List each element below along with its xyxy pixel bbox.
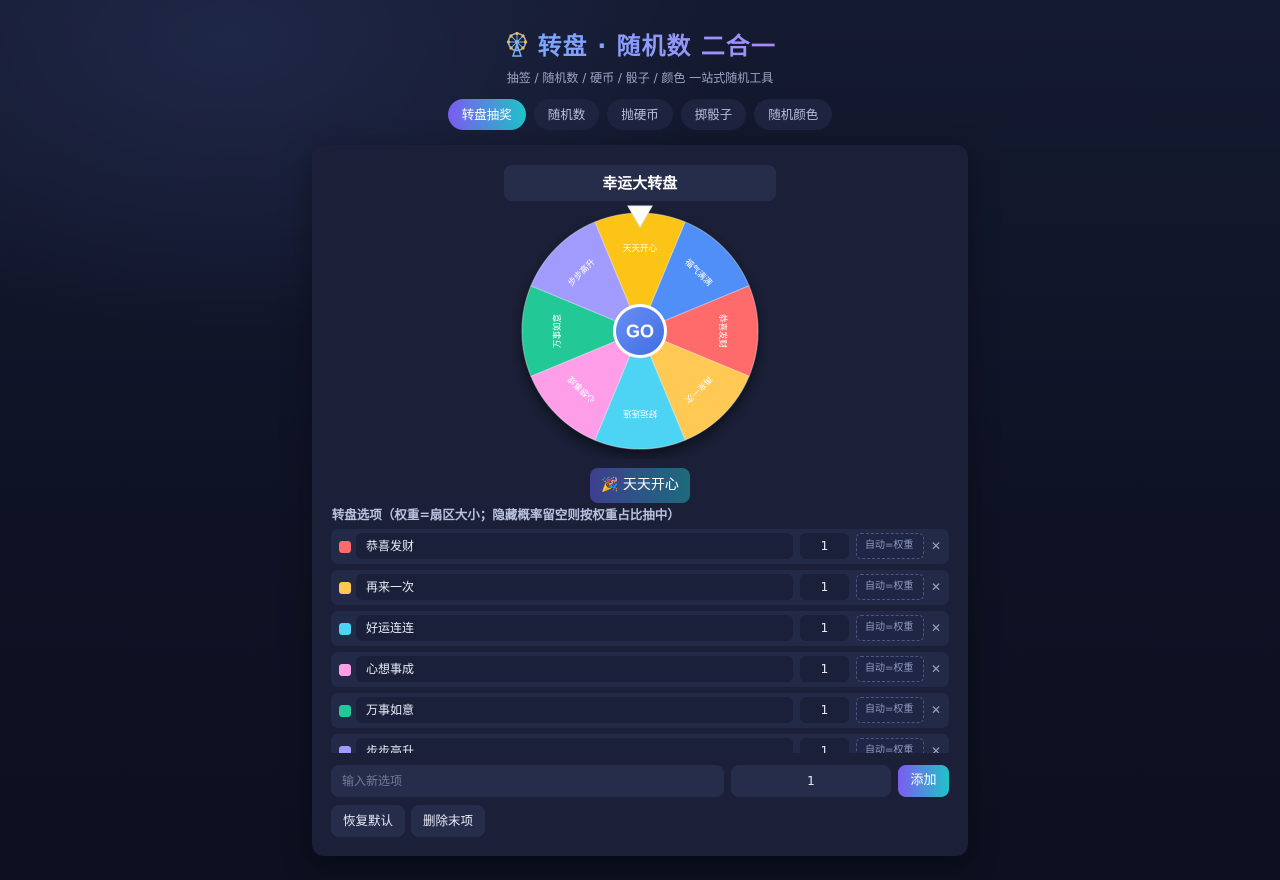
- option-row: 万事如意 1 自动=权重 ✕: [331, 693, 949, 728]
- page-title: 转盘 · 随机数 二合一: [504, 26, 776, 61]
- option-probability-input[interactable]: 自动=权重: [856, 533, 924, 559]
- wheel-segment-label: 天天开心: [623, 244, 658, 254]
- option-name-input[interactable]: 心想事成: [356, 656, 793, 682]
- wheel-segment-label: 万事如意: [552, 314, 563, 348]
- option-color-swatch: [339, 623, 351, 635]
- option-color-swatch: [339, 746, 351, 753]
- spin-wheel[interactable]: 天天开心福气满满恭喜发财再来一次好运连连心想事成万事如意步步高升 GO: [512, 203, 768, 459]
- tab-wheel[interactable]: 转盘抽奖: [447, 99, 526, 130]
- wheel-segment-label: 好运连连: [623, 408, 658, 419]
- wheel-card: 幸运大转盘 天天开心 福气满满 恭喜发财 再来一次 好运连连 心想事成 万事如意 步步高升 G…: [312, 145, 968, 856]
- remove-option-button[interactable]: ✕: [929, 536, 943, 556]
- option-name-input[interactable]: 万事如意: [356, 697, 793, 723]
- new-option-weight-input[interactable]: 1: [731, 765, 891, 797]
- option-row: 恭喜发财 1 自动=权重 ✕: [331, 529, 949, 564]
- reset-default-button[interactable]: 恢复默认: [331, 805, 405, 837]
- option-probability-input[interactable]: 自动=权重: [856, 697, 924, 723]
- page-header: 转盘 · 随机数 二合一 抽签 / 随机数 / 硬币 / 骰子 / 颜色 一站式…: [0, 26, 1280, 86]
- option-weight-input[interactable]: 1: [800, 533, 849, 559]
- option-color-swatch: [339, 664, 351, 676]
- add-option-button[interactable]: 添加: [898, 765, 949, 797]
- option-color-swatch: [339, 541, 351, 553]
- option-name-input[interactable]: 好运连连: [356, 615, 793, 641]
- option-row: 步步高升 1 自动=权重 ✕: [331, 734, 949, 753]
- page-title-text: 转盘 · 随机数 二合一: [538, 26, 776, 61]
- option-row: 再来一次 1 自动=权重 ✕: [331, 570, 949, 605]
- option-weight-input[interactable]: 1: [800, 697, 849, 723]
- option-color-swatch: [339, 582, 351, 594]
- option-probability-input[interactable]: 自动=权重: [856, 615, 924, 641]
- remove-option-button[interactable]: ✕: [929, 659, 943, 679]
- go-label: GO: [626, 322, 654, 342]
- remove-option-button[interactable]: ✕: [929, 577, 943, 597]
- option-probability-input[interactable]: 自动=权重: [856, 738, 924, 753]
- option-row: 心想事成 1 自动=权重 ✕: [331, 652, 949, 687]
- options-section-label: 转盘选项（权重=扇区大小；隐藏概率留空则按权重占比抽中）: [332, 507, 680, 522]
- option-probability-input[interactable]: 自动=权重: [856, 656, 924, 682]
- option-color-swatch: [339, 705, 351, 717]
- remove-option-button[interactable]: ✕: [929, 700, 943, 720]
- wheel-segment-label: 恭喜发财: [717, 314, 728, 349]
- tab-random-color[interactable]: 随机颜色: [754, 99, 833, 130]
- wheel-title: 幸运大转盘: [504, 165, 776, 201]
- option-name-input[interactable]: 再来一次: [356, 574, 793, 600]
- option-weight-input[interactable]: 1: [800, 615, 849, 641]
- delete-last-button[interactable]: 删除末项: [411, 805, 485, 837]
- mode-tabs: 转盘抽奖 随机数 抛硬币 掷骰子 随机颜色: [0, 99, 1280, 130]
- option-name-input[interactable]: 步步高升: [356, 738, 793, 753]
- tab-random-number[interactable]: 随机数: [533, 99, 600, 130]
- option-weight-input[interactable]: 1: [800, 656, 849, 682]
- option-probability-input[interactable]: 自动=权重: [856, 574, 924, 600]
- new-option-input[interactable]: [331, 765, 724, 797]
- ferris-wheel-icon: [506, 31, 528, 57]
- remove-option-button[interactable]: ✕: [929, 618, 943, 638]
- option-weight-input[interactable]: 1: [800, 574, 849, 600]
- option-row: 好运连连 1 自动=权重 ✕: [331, 611, 949, 646]
- options-list[interactable]: 恭喜发财 1 自动=权重 ✕ 再来一次 1 自动=权重 ✕ 好运连连 1 自动=…: [331, 529, 949, 753]
- tab-dice[interactable]: 掷骰子: [680, 99, 747, 130]
- page-subtitle: 抽签 / 随机数 / 硬币 / 骰子 / 颜色 一站式随机工具: [506, 71, 774, 85]
- remove-option-button[interactable]: ✕: [929, 741, 943, 753]
- option-name-input[interactable]: 恭喜发财: [356, 533, 793, 559]
- option-weight-input[interactable]: 1: [800, 738, 849, 753]
- wheel-container: 天天开心 福气满满 恭喜发财 再来一次 好运连连 心想事成 万事如意 步步高升 GO: [512, 203, 768, 459]
- result-badge: 🎉 天天开心: [590, 468, 690, 503]
- tab-coin-flip[interactable]: 抛硬币: [607, 99, 673, 130]
